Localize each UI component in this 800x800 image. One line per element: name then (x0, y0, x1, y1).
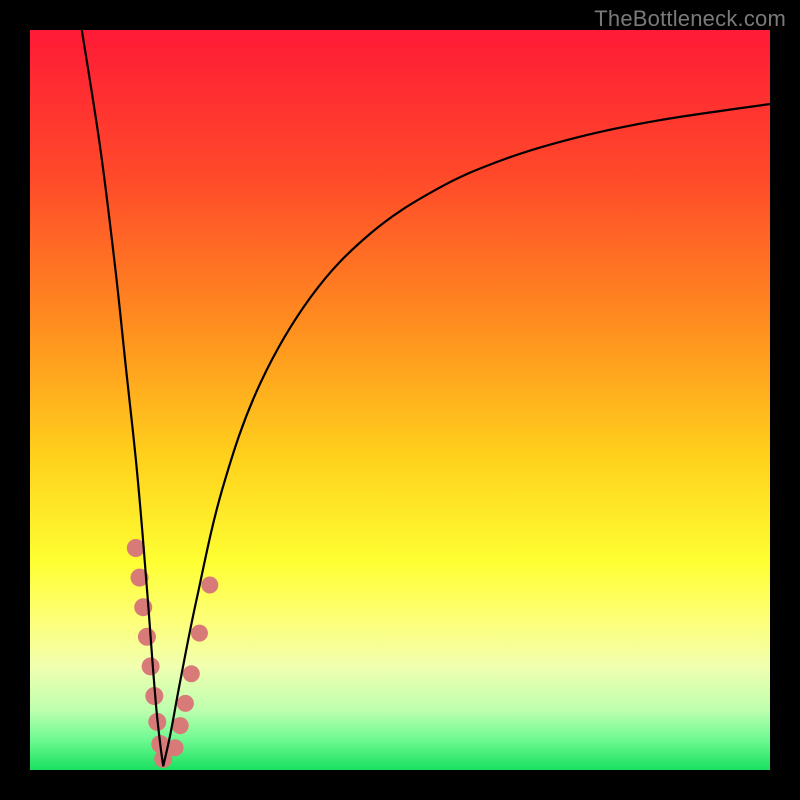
marker-point (138, 628, 156, 646)
marker-point (172, 717, 189, 734)
curves-layer (30, 30, 770, 770)
marker-point (177, 695, 194, 712)
curve-left-branch (82, 30, 163, 766)
curve-right-branch (163, 104, 770, 766)
chart-frame: TheBottleneck.com (0, 0, 800, 800)
plot-area (30, 30, 770, 770)
marker-points (127, 539, 219, 768)
marker-point (183, 665, 200, 682)
marker-point (191, 625, 208, 642)
marker-point (201, 577, 218, 594)
marker-point (142, 657, 160, 675)
watermark-label: TheBottleneck.com (594, 6, 786, 32)
